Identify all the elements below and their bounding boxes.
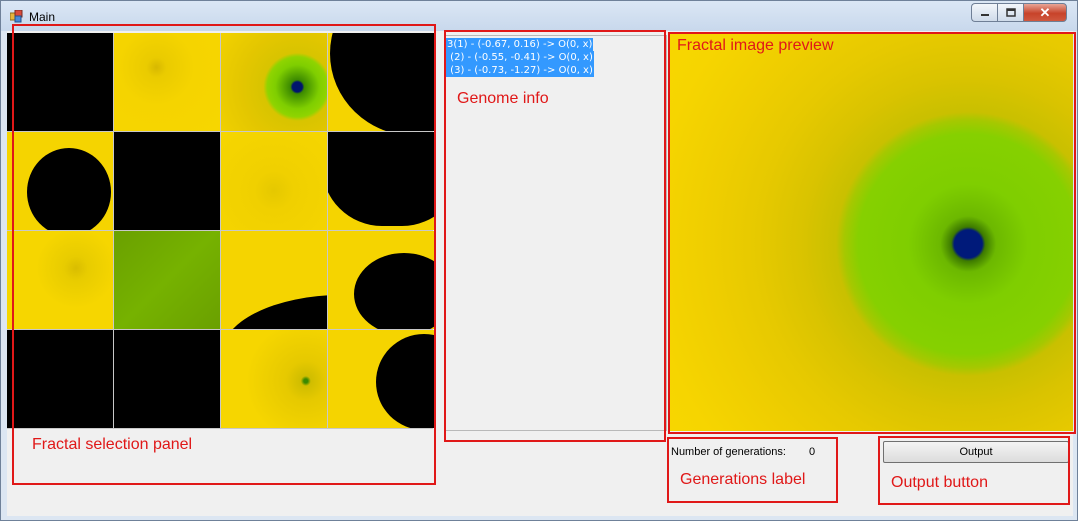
fractal-tile[interactable] bbox=[221, 330, 327, 428]
fractal-tile[interactable] bbox=[7, 132, 113, 230]
window-title: Main bbox=[29, 10, 56, 24]
fractal-tile[interactable] bbox=[328, 33, 434, 131]
fractal-tile[interactable] bbox=[328, 330, 434, 428]
annotation-label-output: Output button bbox=[891, 474, 988, 491]
fractal-tile[interactable] bbox=[328, 231, 434, 329]
minimize-icon bbox=[980, 13, 989, 16]
output-button[interactable]: Output bbox=[883, 441, 1069, 463]
genome-line[interactable]: (2) - (-0.55, -0.41) -> O(0, x) bbox=[446, 51, 594, 64]
maximize-icon bbox=[1005, 8, 1016, 17]
fractal-tile[interactable] bbox=[114, 330, 220, 428]
fractal-tile[interactable] bbox=[7, 330, 113, 428]
maximize-button[interactable] bbox=[997, 3, 1023, 22]
close-icon: ✕ bbox=[1039, 4, 1051, 20]
generations-value: 0 bbox=[809, 446, 816, 458]
annotation-label-genome: Genome info bbox=[457, 90, 549, 107]
genome-line[interactable]: 3(1) - (-0.67, 0.16) -> O(0, x) bbox=[446, 38, 594, 51]
fractal-selection-panel bbox=[7, 33, 434, 429]
genome-line[interactable]: (3) - (-0.73, -1.27) -> O(0, x) bbox=[446, 64, 594, 77]
fractal-tile[interactable] bbox=[221, 33, 327, 131]
fractal-tile[interactable] bbox=[114, 33, 220, 131]
annotation-label-selection: Fractal selection panel bbox=[32, 436, 193, 453]
fractal-tile[interactable] bbox=[221, 231, 327, 329]
minimize-button[interactable] bbox=[971, 3, 997, 22]
annotation-label-preview: Fractal image preview bbox=[677, 37, 834, 54]
title-bar[interactable]: Main ✕ bbox=[1, 1, 1077, 31]
fractal-tile[interactable] bbox=[114, 132, 220, 230]
fractal-tile[interactable] bbox=[7, 33, 113, 131]
window-controls: ✕ bbox=[971, 3, 1067, 23]
close-button[interactable]: ✕ bbox=[1023, 3, 1067, 22]
fractal-tile[interactable] bbox=[221, 132, 327, 230]
fractal-tile[interactable] bbox=[7, 231, 113, 329]
annotation-label-generations: Generations label bbox=[680, 471, 806, 488]
app-icon bbox=[10, 10, 23, 23]
fractal-tile[interactable] bbox=[328, 132, 434, 230]
fractal-tile[interactable] bbox=[114, 231, 220, 329]
generations-label: Number of generations: bbox=[671, 446, 786, 458]
fractal-image-preview bbox=[670, 33, 1073, 431]
